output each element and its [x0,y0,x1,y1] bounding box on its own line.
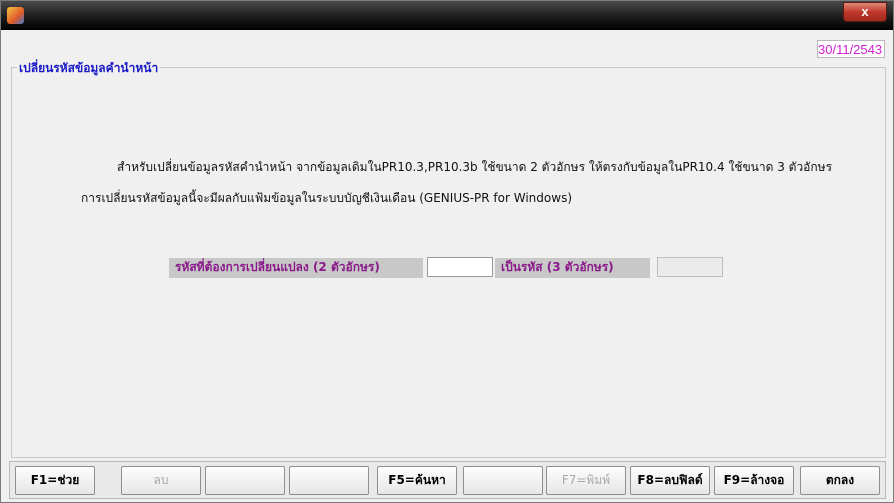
close-button[interactable]: x [843,2,887,22]
app-window: x 30/11/2543 เปลี่ยนรหัสข้อมูลคำนำหน้า ส… [0,0,894,503]
delete-field-button[interactable]: F8=ลบฟิลด์ [630,466,710,495]
old-code-label: รหัสที่ต้องการเปลี่ยนแปลง (2 ตัวอักษร) [169,258,423,278]
group-title: เปลี่ยนรหัสข้อมูลคำนำหน้า [17,59,161,78]
delete-button: ลบ [121,466,201,495]
date-display: 30/11/2543 [817,40,885,58]
clear-screen-button[interactable]: F9=ล้างจอ [714,466,794,495]
blank-button-2 [289,466,369,495]
blank-button-1 [205,466,285,495]
ok-button[interactable]: ตกลง [800,466,880,495]
print-button: F7=พิมพ์ [546,466,626,495]
new-code-input [657,257,723,277]
new-code-label: เป็นรหัส (3 ตัวอักษร) [495,258,650,278]
description-line-2: การเปลี่ยนรหัสข้อมูลนี้จะมีผลกับแฟ้มข้อม… [81,191,572,205]
title-bar[interactable]: x [1,1,893,30]
help-button[interactable]: F1=ช่วย [15,466,95,495]
app-icon [7,7,24,24]
search-button[interactable]: F5=ค้นหา [377,466,457,495]
blank-button-3 [463,466,543,495]
old-code-input[interactable] [427,257,493,277]
description-line-1: สำหรับเปลี่ยนข้อมูลรหัสคำนำหน้า จากข้อมู… [117,160,833,174]
